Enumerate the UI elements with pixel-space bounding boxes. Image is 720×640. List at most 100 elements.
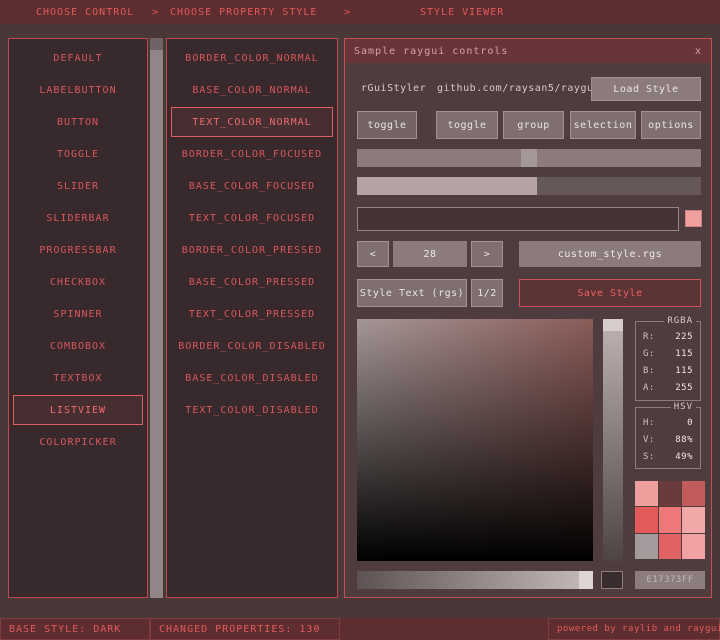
palette-swatch[interactable] — [635, 481, 658, 506]
style-filename-input[interactable]: custom_style.rgs — [519, 241, 701, 267]
h-label: H: — [643, 415, 655, 432]
list-item-combobox[interactable]: COMBOBOX — [13, 331, 143, 361]
rgba-group-label: RGBA — [664, 316, 696, 326]
sample-progressbar — [357, 177, 701, 195]
hex-color-input[interactable]: E17373FF — [635, 571, 705, 589]
sample-slider[interactable] — [357, 149, 701, 167]
toggle-group-selection[interactable]: selection — [570, 111, 636, 139]
repo-link[interactable]: github.com/raysan5/raygui — [437, 83, 600, 94]
list-item-border-color-normal[interactable]: BORDER_COLOR_NORMAL — [171, 43, 333, 73]
alpha-slider-thumb[interactable] — [579, 571, 593, 589]
style-viewer-window: Sample raygui controls x rGuiStyler gith… — [344, 38, 712, 598]
breadcrumb-style-viewer: STYLE VIEWER — [420, 7, 504, 18]
r-value: 225 — [675, 329, 693, 346]
list-scrollbar[interactable] — [150, 38, 163, 598]
list-item-textbox[interactable]: TEXTBOX — [13, 363, 143, 393]
g-label: G: — [643, 346, 655, 363]
list-item-default[interactable]: DEFAULT — [13, 43, 143, 73]
color-picker-panel[interactable] — [357, 319, 593, 561]
hsv-group: HSV H:0 V:88% S:49% — [635, 407, 701, 469]
list-item-base-color-pressed[interactable]: BASE_COLOR_PRESSED — [171, 267, 333, 297]
sample-text-input[interactable] — [357, 207, 679, 231]
controls-list: DEFAULT LABELBUTTON BUTTON TOGGLE SLIDER… — [8, 38, 148, 598]
list-item-base-color-focused[interactable]: BASE_COLOR_FOCUSED — [171, 171, 333, 201]
toggle-button[interactable]: toggle — [357, 111, 417, 139]
palette-swatch[interactable] — [682, 481, 705, 506]
list-item-toggle[interactable]: TOGGLE — [13, 139, 143, 169]
h-value: 0 — [687, 415, 693, 432]
g-value: 115 — [675, 346, 693, 363]
rguistyler-app: CHOOSE CONTROL > CHOOSE PROPERTY STYLE >… — [0, 0, 720, 640]
close-icon[interactable]: x — [695, 46, 702, 57]
spinner-decrement-button[interactable]: < — [357, 241, 389, 267]
page-toggle-button[interactable]: 1/2 — [471, 279, 503, 307]
save-style-button[interactable]: Save Style — [519, 279, 701, 307]
list-item-base-color-disabled[interactable]: BASE_COLOR_DISABLED — [171, 363, 333, 393]
hsv-group-label: HSV — [671, 402, 696, 412]
list-item-labelbutton[interactable]: LABELBUTTON — [13, 75, 143, 105]
list-item-checkbox[interactable]: CHECKBOX — [13, 267, 143, 297]
window-titlebar[interactable]: Sample raygui controls x — [345, 39, 711, 63]
a-value: 255 — [675, 380, 693, 397]
list-item-sliderbar[interactable]: SLIDERBAR — [13, 203, 143, 233]
color-preview-box — [601, 571, 623, 589]
window-title: Sample raygui controls — [354, 46, 508, 57]
list-item-progressbar[interactable]: PROGRESSBAR — [13, 235, 143, 265]
palette-swatch[interactable] — [635, 534, 658, 559]
app-name-label: rGuiStyler — [361, 83, 426, 94]
toggle-group-options[interactable]: options — [641, 111, 701, 139]
alpha-slider[interactable] — [357, 571, 593, 589]
s-label: S: — [643, 449, 655, 466]
b-value: 115 — [675, 363, 693, 380]
scrollbar-thumb[interactable] — [150, 38, 163, 50]
list-item-text-color-disabled[interactable]: TEXT_COLOR_DISABLED — [171, 395, 333, 425]
rgba-group: RGBA R:225 G:115 B:115 A:255 — [635, 321, 701, 401]
breadcrumb-choose-property: CHOOSE PROPERTY STYLE — [170, 7, 317, 18]
list-item-text-color-focused[interactable]: TEXT_COLOR_FOCUSED — [171, 203, 333, 233]
list-item-border-color-pressed[interactable]: BORDER_COLOR_PRESSED — [171, 235, 333, 265]
status-base-style: BASE STYLE: DARK — [0, 618, 150, 640]
slider-thumb[interactable] — [521, 149, 537, 167]
list-item-border-color-disabled[interactable]: BORDER_COLOR_DISABLED — [171, 331, 333, 361]
properties-list: BORDER_COLOR_NORMAL BASE_COLOR_NORMAL TE… — [166, 38, 338, 598]
list-item-spinner[interactable]: SPINNER — [13, 299, 143, 329]
style-text-rgs-button[interactable]: Style Text (rgs) — [357, 279, 467, 307]
color-swatch-button[interactable] — [685, 210, 702, 227]
value-bar-thumb[interactable] — [603, 319, 623, 331]
progressbar-fill — [357, 177, 537, 195]
list-item-slider[interactable]: SLIDER — [13, 171, 143, 201]
color-picker-value-bar[interactable] — [603, 319, 623, 561]
toggle-group-group[interactable]: group — [503, 111, 564, 139]
palette-swatch[interactable] — [635, 507, 658, 532]
palette-swatch[interactable] — [682, 534, 705, 559]
spinner-increment-button[interactable]: > — [471, 241, 503, 267]
list-item-border-color-focused[interactable]: BORDER_COLOR_FOCUSED — [171, 139, 333, 169]
load-style-button[interactable]: Load Style — [591, 77, 701, 101]
status-credits: powered by raylib and raygui — [548, 618, 720, 640]
v-label: V: — [643, 432, 655, 449]
color-palette — [635, 481, 705, 559]
breadcrumb-separator-icon: > — [152, 7, 159, 18]
list-item-text-color-pressed[interactable]: TEXT_COLOR_PRESSED — [171, 299, 333, 329]
top-bar: CHOOSE CONTROL > CHOOSE PROPERTY STYLE >… — [0, 0, 720, 24]
status-changed-properties: CHANGED PROPERTIES: 130 — [150, 618, 340, 640]
a-label: A: — [643, 380, 655, 397]
palette-swatch[interactable] — [659, 481, 682, 506]
s-value: 49% — [675, 449, 693, 466]
v-value: 88% — [675, 432, 693, 449]
palette-swatch[interactable] — [659, 507, 682, 532]
list-item-colorpicker[interactable]: COLORPICKER — [13, 427, 143, 457]
breadcrumb-choose-control: CHOOSE CONTROL — [36, 7, 134, 18]
palette-swatch[interactable] — [682, 507, 705, 532]
list-item-base-color-normal[interactable]: BASE_COLOR_NORMAL — [171, 75, 333, 105]
palette-swatch[interactable] — [659, 534, 682, 559]
breadcrumb-separator-icon: > — [344, 7, 351, 18]
b-label: B: — [643, 363, 655, 380]
list-item-listview-selected[interactable]: LISTVIEW — [13, 395, 143, 425]
list-item-text-color-normal-selected[interactable]: TEXT_COLOR_NORMAL — [171, 107, 333, 137]
toggle-group-toggle[interactable]: toggle — [436, 111, 498, 139]
r-label: R: — [643, 329, 655, 346]
status-bar: BASE STYLE: DARK CHANGED PROPERTIES: 130… — [0, 618, 720, 640]
list-item-button[interactable]: BUTTON — [13, 107, 143, 137]
spinner-value[interactable]: 28 — [393, 241, 467, 267]
